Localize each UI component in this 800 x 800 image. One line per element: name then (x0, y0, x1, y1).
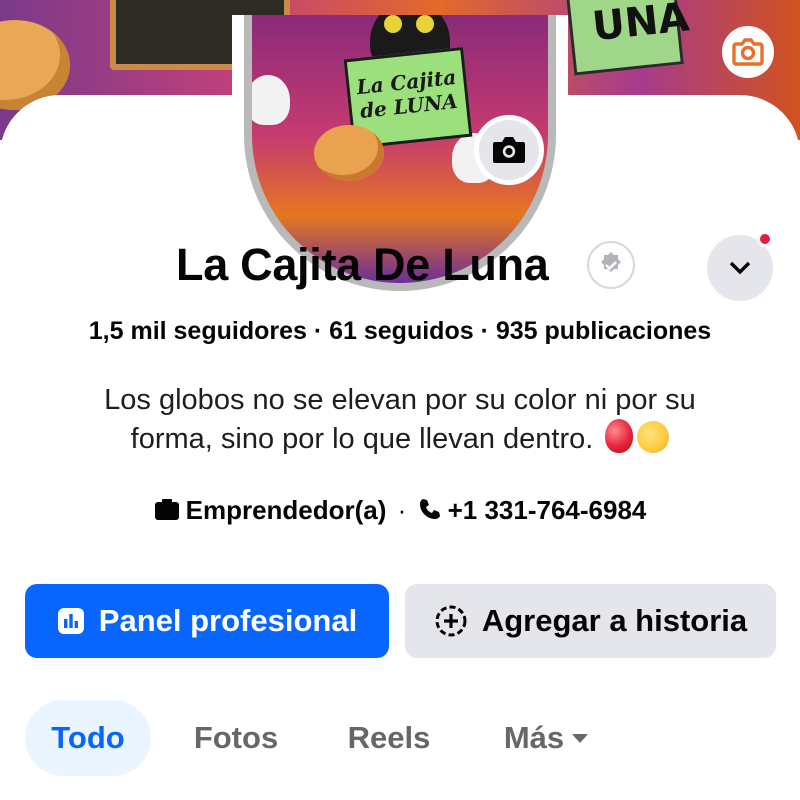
notification-dot (757, 231, 773, 247)
briefcase-icon (154, 495, 180, 529)
professional-dashboard-label: Panel profesional (98, 603, 358, 638)
stats-separator: · (473, 317, 496, 345)
meta-separator: · (397, 495, 407, 525)
phone-number[interactable]: +1 331-764-6984 (448, 495, 647, 525)
category-label: Emprendedor(a) (185, 495, 387, 525)
balloon-emoji-icon (605, 419, 634, 453)
bio-line-2: forma, sino por lo que llevan dentro. (40, 419, 760, 458)
profile-sheet: La Cajita de LUNA La Cajita De Luna 1,5 … (0, 15, 800, 800)
tab-fotos[interactable]: Fotos (180, 700, 292, 776)
cat-eye (384, 15, 402, 33)
smiling-hearts-emoji-icon (637, 421, 670, 453)
tab-reels[interactable]: Reels (330, 700, 448, 776)
cover-sign-text: UNA (590, 0, 692, 51)
stats-separator: · (306, 317, 330, 345)
phone-icon (418, 495, 442, 529)
tab-more[interactable]: Más (486, 700, 606, 776)
professional-dashboard-button[interactable]: Panel profesional (25, 584, 389, 658)
verified-check-icon (601, 252, 621, 272)
page-title: La Cajita De Luna (176, 239, 549, 290)
profile-details: Emprendedor(a) · +1 331-764-6984 (0, 493, 800, 529)
add-to-story-label: Agregar a historia (481, 603, 748, 638)
tab-label: Fotos (193, 720, 279, 755)
cover-green-sign: UNA (566, 0, 692, 76)
tab-label: Reels (347, 720, 431, 755)
camera-icon (732, 38, 764, 66)
verified-badge-icon[interactable] (587, 241, 635, 289)
followers-count[interactable]: 1,5 mil seguidores (89, 317, 307, 345)
posts-count: 935 publicaciones (495, 317, 712, 345)
add-to-story-button[interactable]: Agregar a historia (405, 584, 776, 658)
tab-todo[interactable]: Todo (25, 700, 151, 776)
following-count[interactable]: 61 seguidos (329, 317, 474, 345)
camera-icon (493, 137, 525, 163)
sugar-skull-illustration (252, 75, 290, 125)
chevron-down-icon (729, 261, 751, 275)
cover-camera-button[interactable] (722, 26, 774, 78)
tab-label: Más (503, 720, 565, 755)
tab-label: Todo (51, 720, 125, 755)
add-story-icon (434, 604, 468, 638)
bio-line: Los globos no se elevan por su color ni … (104, 384, 696, 416)
avatar-sign-text: La Cajita de LUNA (355, 64, 459, 124)
profile-bio: Los globos no se elevan por su color ni … (40, 381, 760, 458)
cat-eye (416, 15, 434, 33)
pan-de-muerto-illustration (314, 125, 384, 181)
profile-header: La Cajita De Luna (0, 231, 800, 301)
avatar-camera-button[interactable] (474, 115, 544, 185)
bio-line: forma, sino por lo que llevan dentro. (130, 423, 594, 455)
dashboard-icon (57, 607, 85, 635)
profile-stats: 1,5 mil seguidores · 61 seguidos · 935 p… (0, 315, 800, 347)
caret-down-icon (572, 733, 589, 743)
